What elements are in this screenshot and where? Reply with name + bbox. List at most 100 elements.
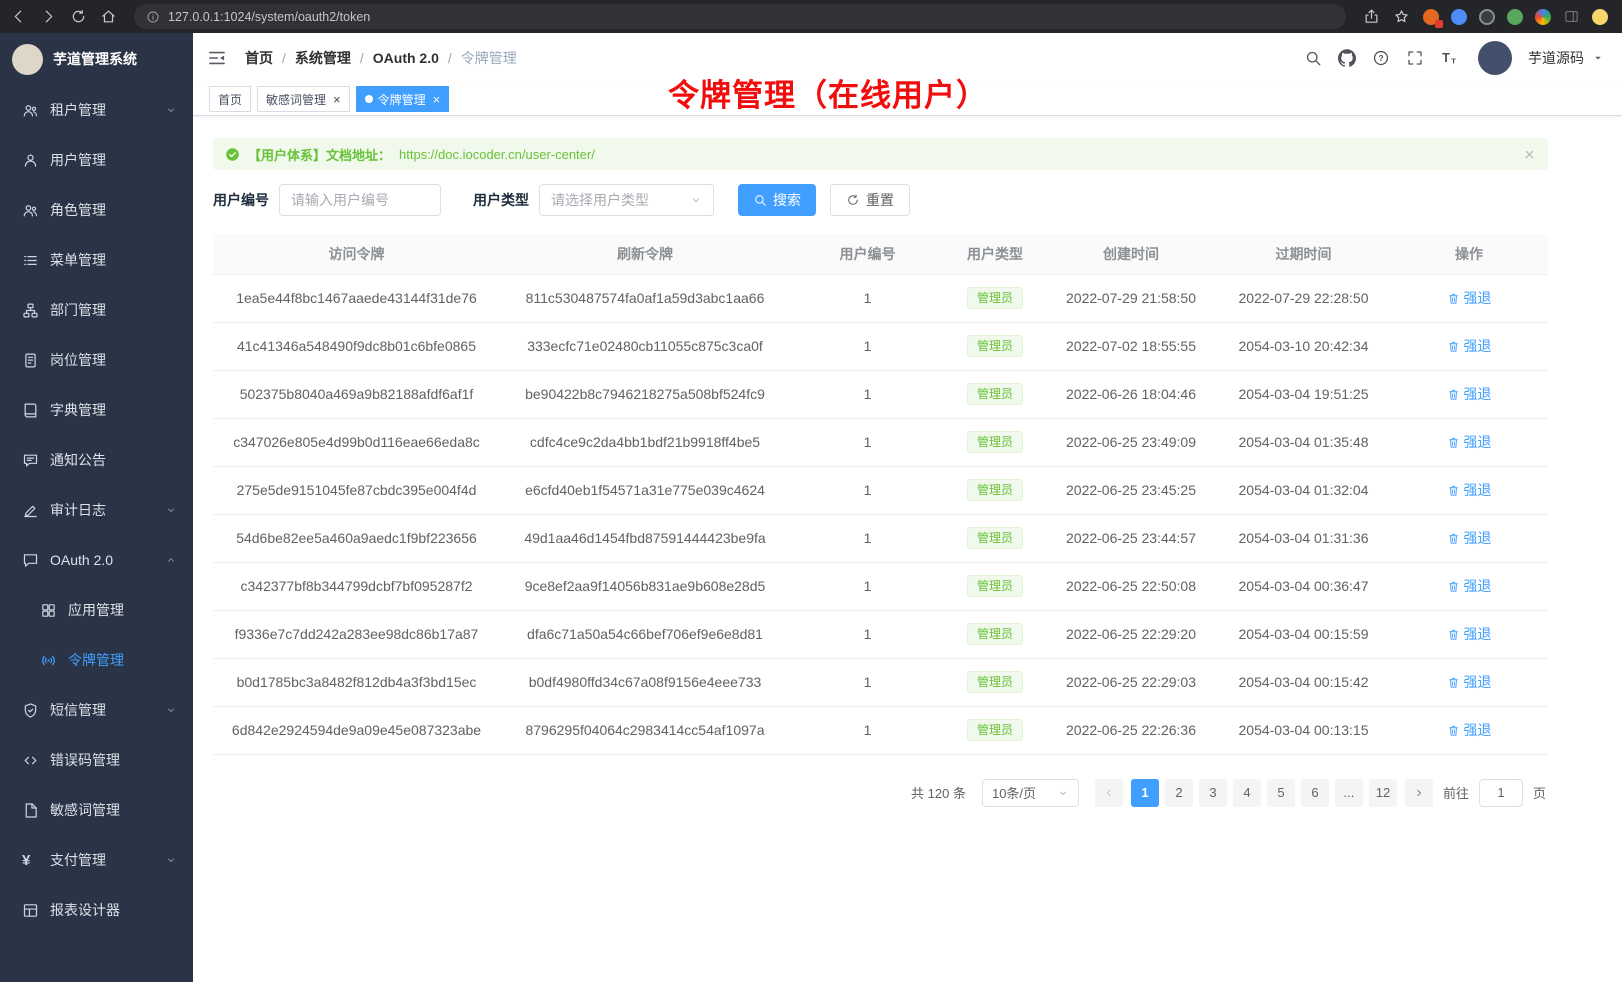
force-logout-button[interactable]: 强退: [1447, 336, 1492, 356]
sidebar-item-pay[interactable]: ¥支付管理: [0, 835, 193, 885]
bookmark-star-icon[interactable]: [1393, 8, 1410, 25]
force-logout-button[interactable]: 强退: [1447, 480, 1492, 500]
extension-icon-3[interactable]: [1479, 9, 1495, 25]
tab-item[interactable]: 首页: [209, 86, 251, 112]
force-logout-button[interactable]: 强退: [1447, 576, 1492, 596]
cell-expire-time: 2054-03-04 00:36:47: [1217, 562, 1390, 610]
page-size-select[interactable]: 10条/页: [982, 779, 1079, 807]
page-button-12[interactable]: 12: [1369, 779, 1397, 807]
sidebar-item-dept[interactable]: 部门管理: [0, 285, 193, 335]
home-icon[interactable]: [100, 8, 117, 25]
sidebar-item-sensitive-word[interactable]: 敏感词管理: [0, 785, 193, 835]
force-logout-button[interactable]: 强退: [1447, 672, 1492, 692]
sidebar-item-post[interactable]: 岗位管理: [0, 335, 193, 385]
sidebar-item-error-code[interactable]: 错误码管理: [0, 735, 193, 785]
cell-created-time: 2022-06-25 22:50:08: [1045, 562, 1217, 610]
forward-icon[interactable]: [40, 8, 57, 25]
badge-icon: [22, 352, 39, 369]
cell-expire-time: 2054-03-04 01:31:36: [1217, 514, 1390, 562]
collapse-menu-icon[interactable]: [207, 48, 227, 68]
help-icon[interactable]: ?: [1372, 49, 1390, 67]
sidebar-item-oauth2-app[interactable]: 应用管理: [0, 585, 193, 635]
page-button-5[interactable]: 5: [1267, 779, 1295, 807]
user-avatar[interactable]: [1478, 41, 1512, 75]
sidebar-item-label: 支付管理: [50, 850, 106, 870]
prev-page-button[interactable]: [1095, 779, 1123, 807]
user-id-input[interactable]: [279, 184, 441, 216]
page-button-3[interactable]: 3: [1199, 779, 1227, 807]
total-count: 共 120 条: [911, 783, 966, 802]
alert-link[interactable]: https://doc.iocoder.cn/user-center/: [399, 147, 595, 162]
force-logout-button[interactable]: 强退: [1447, 528, 1492, 548]
sidebar-item-tenant[interactable]: 租户管理: [0, 85, 193, 135]
font-size-icon[interactable]: TT: [1440, 49, 1458, 67]
sidebar-item-menu[interactable]: 菜单管理: [0, 235, 193, 285]
user-type-badge: 管理员: [967, 335, 1023, 357]
force-logout-button[interactable]: 强退: [1447, 720, 1492, 740]
browser-profile-avatar[interactable]: [1592, 9, 1608, 25]
user-name[interactable]: 芋道源码: [1528, 48, 1584, 68]
github-icon[interactable]: [1338, 49, 1356, 67]
extension-badge: [1435, 20, 1443, 28]
user-type-badge: 管理员: [967, 431, 1023, 453]
force-logout-label: 强退: [1464, 528, 1492, 548]
search-button[interactable]: 搜索: [738, 184, 816, 216]
page-button-6[interactable]: 6: [1301, 779, 1329, 807]
table-header-row: 访问令牌 刷新令牌 用户编号 用户类型 创建时间 过期时间 操作: [213, 234, 1548, 274]
reset-button[interactable]: 重置: [830, 184, 910, 216]
sidebar-item-notice[interactable]: 通知公告: [0, 435, 193, 485]
cell-user-id: 1: [790, 466, 945, 514]
logo-avatar-image: [12, 44, 43, 75]
breadcrumb-item[interactable]: 首页: [245, 48, 273, 68]
close-icon[interactable]: ×: [433, 93, 441, 106]
extension-icon-1[interactable]: [1423, 9, 1439, 25]
app-logo[interactable]: 芋道管理系统: [0, 33, 193, 85]
cell-access-token: 1ea5e44f8bc1467aaede43144f31de76: [213, 274, 500, 322]
force-logout-label: 强退: [1464, 576, 1492, 596]
force-logout-button[interactable]: 强退: [1447, 384, 1492, 404]
sidebar-item-role[interactable]: 角色管理: [0, 185, 193, 235]
extension-icon-2[interactable]: [1451, 9, 1467, 25]
sidebar-item-label: 租户管理: [50, 100, 106, 120]
cell-access-token: 275e5de9151045fe87cbdc395e004f4d: [213, 466, 500, 514]
page-button-2[interactable]: 2: [1165, 779, 1193, 807]
sidebar-item-oauth2-token[interactable]: 令牌管理: [0, 635, 193, 685]
users-icon: [22, 202, 39, 219]
back-icon[interactable]: [10, 8, 27, 25]
tab-item[interactable]: 敏感词管理×: [257, 86, 350, 112]
page-button-1[interactable]: 1: [1131, 779, 1159, 807]
breadcrumb-item[interactable]: OAuth 2.0: [373, 50, 439, 66]
force-logout-button[interactable]: 强退: [1447, 288, 1492, 308]
user-id-label: 用户编号: [213, 190, 269, 210]
sidebar-item-sms[interactable]: 短信管理: [0, 685, 193, 735]
force-logout-button[interactable]: 强退: [1447, 432, 1492, 452]
share-icon[interactable]: [1363, 8, 1380, 25]
goto-label: 前往: [1443, 783, 1469, 802]
page-ellipsis-button[interactable]: ...: [1335, 779, 1363, 807]
sidebar-item-audit-log[interactable]: 审计日志: [0, 485, 193, 535]
search-icon[interactable]: [1304, 49, 1322, 67]
sidebar-item-user[interactable]: 用户管理: [0, 135, 193, 185]
info-icon[interactable]: [146, 10, 160, 24]
force-logout-button[interactable]: 强退: [1447, 624, 1492, 644]
goto-page-input[interactable]: [1479, 779, 1523, 807]
address-bar[interactable]: 127.0.0.1:1024/system/oauth2/token: [134, 4, 1346, 29]
extension-icon-5[interactable]: [1535, 9, 1551, 25]
doc-icon: [22, 802, 39, 819]
user-type-select[interactable]: 请选择用户类型: [539, 184, 714, 216]
page-button-4[interactable]: 4: [1233, 779, 1261, 807]
extension-icon-4[interactable]: [1507, 9, 1523, 25]
sidebar-item-report-designer[interactable]: 报表设计器: [0, 885, 193, 935]
breadcrumb-item[interactable]: 系统管理: [295, 48, 351, 68]
fullscreen-icon[interactable]: [1406, 49, 1424, 67]
alert-close-icon[interactable]: [1523, 148, 1536, 161]
sidebar-item-dict[interactable]: 字典管理: [0, 385, 193, 435]
reload-icon[interactable]: [70, 8, 87, 25]
side-panel-icon[interactable]: [1563, 8, 1580, 25]
next-page-button[interactable]: [1405, 779, 1433, 807]
tab-item[interactable]: 令牌管理×: [356, 86, 450, 112]
close-icon[interactable]: ×: [333, 93, 341, 106]
cell-refresh-token: 333ecfc71e02480cb11055c875c3ca0f: [500, 322, 790, 370]
sidebar-item-oauth2[interactable]: OAuth 2.0: [0, 535, 193, 585]
cell-created-time: 2022-06-25 23:44:57: [1045, 514, 1217, 562]
